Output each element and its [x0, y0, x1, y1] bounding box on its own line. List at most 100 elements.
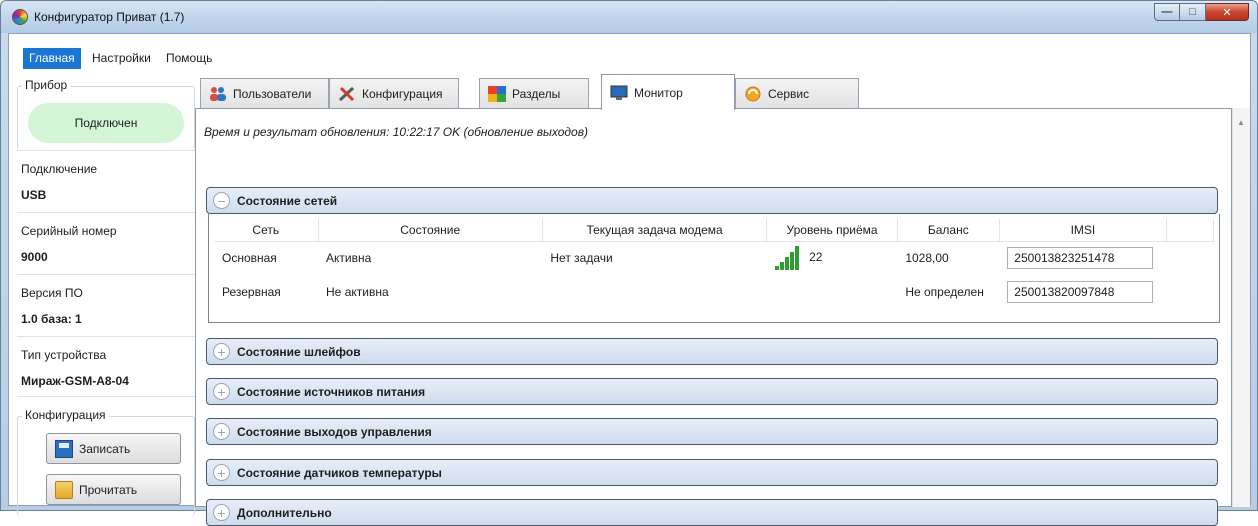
section-outputs-header[interactable]: + Состояние выходов управления — [206, 418, 1218, 445]
state-cell: Не активна — [326, 285, 389, 299]
tab-service-label: Сервис — [768, 87, 810, 101]
partitions-icon — [488, 86, 506, 102]
tab-users-label: Пользователи — [233, 87, 312, 101]
network-cell: Резервная — [222, 285, 281, 299]
firmware-value: 1.0 база: 1 — [21, 312, 82, 326]
expand-icon[interactable]: + — [213, 343, 230, 360]
service-icon — [744, 86, 762, 102]
column-header-empty — [1166, 219, 1214, 242]
expand-icon[interactable]: + — [213, 383, 230, 400]
section-loops-header[interactable]: + Состояние шлейфов — [206, 338, 1218, 365]
imsi-cell: 250013823251478 — [999, 241, 1166, 275]
config-group-title: Конфигурация — [22, 408, 109, 422]
connection-value: USB — [21, 188, 47, 202]
network-cell: Основная — [222, 251, 277, 266]
column-header[interactable]: Уровень приёма — [766, 219, 898, 242]
connection-label: Подключение — [21, 162, 98, 176]
folder-open-icon — [55, 480, 73, 499]
imsi-field[interactable]: 250013820097848 — [1007, 281, 1154, 303]
sidebar-divider — [17, 212, 195, 213]
expand-icon[interactable]: + — [213, 464, 230, 481]
table-header-row: Сеть Состояние Текущая задача модема Уро… — [214, 219, 1214, 242]
write-button-label: Записать — [79, 441, 131, 456]
device-group: Прибор Подключен — [17, 78, 195, 150]
firmware-label: Версия ПО — [21, 286, 83, 300]
tab-partitions-label: Разделы — [512, 87, 561, 101]
monitor-panel: Время и результат обновления: 10:22:17 O… — [195, 108, 1232, 526]
device-type-value: Мираж-GSM-A8-04 — [21, 374, 129, 388]
vertical-scrollbar[interactable]: ▲ — [1232, 108, 1250, 507]
title-bar[interactable]: Конфигуратор Приват (1.7) — □ ✕ — [1, 1, 1257, 33]
sidebar-divider — [17, 396, 195, 397]
tools-icon — [338, 86, 356, 102]
sidebar-divider — [17, 274, 195, 275]
column-header[interactable]: Сеть — [214, 219, 319, 242]
minimize-icon: — — [1161, 6, 1173, 18]
close-icon: ✕ — [1222, 6, 1232, 19]
scroll-up-icon[interactable]: ▲ — [1237, 118, 1245, 127]
column-header[interactable]: Текущая задача модема — [542, 219, 768, 242]
section-temperature-title: Состояние датчиков температуры — [237, 465, 442, 480]
column-header[interactable]: IMSI — [999, 219, 1168, 242]
save-icon — [55, 439, 73, 458]
tab-service[interactable]: Сервис — [735, 78, 859, 109]
users-icon — [209, 86, 227, 102]
device-group-title: Прибор — [22, 78, 71, 92]
minimize-button[interactable]: — — [1154, 3, 1180, 21]
section-power-title: Состояние источников питания — [237, 384, 426, 399]
window-title: Конфигуратор Приват (1.7) — [34, 10, 185, 24]
table-row[interactable]: Основная Активна Нет задачи 22 1028,00 2… — [214, 241, 1214, 275]
menu-bar: Главная Настройки Помощь — [9, 34, 1250, 78]
menu-help[interactable]: Помощь — [160, 48, 218, 69]
section-networks-header[interactable]: − Состояние сетей — [206, 187, 1218, 214]
tab-monitor[interactable]: Монитор — [601, 74, 735, 110]
connection-status-badge: Подключен — [28, 103, 184, 143]
serial-value: 9000 — [21, 250, 48, 264]
read-button[interactable]: Прочитать — [46, 474, 181, 505]
section-additional-title: Дополнительно — [237, 505, 332, 520]
tab-configuration[interactable]: Конфигурация — [329, 78, 459, 109]
tab-users[interactable]: Пользователи — [200, 78, 329, 109]
config-group: Конфигурация Записать Прочитать — [17, 408, 195, 516]
sidebar-divider — [17, 336, 195, 337]
section-temperature-header[interactable]: + Состояние датчиков температуры — [206, 459, 1218, 486]
balance-cell: 1028,00 — [905, 251, 949, 266]
column-header[interactable]: Состояние — [318, 219, 543, 242]
app-window: Конфигуратор Приват (1.7) — □ ✕ Главная … — [0, 0, 1258, 526]
section-networks-title: Состояние сетей — [237, 193, 338, 208]
networks-table: Сеть Состояние Текущая задача модема Уро… — [214, 219, 1214, 309]
section-additional-header[interactable]: + Дополнительно — [206, 499, 1218, 526]
signal-cell: 22 — [767, 241, 898, 275]
tab-monitor-label: Монитор — [634, 85, 683, 100]
maximize-icon: □ — [1189, 6, 1196, 18]
state-cell: Активна — [326, 251, 372, 266]
signal-value: 22 — [809, 250, 823, 265]
expand-icon[interactable]: + — [213, 423, 230, 440]
table-row[interactable]: Резервная Не активна Не определен 250013… — [214, 275, 1214, 309]
imsi-field[interactable]: 250013823251478 — [1007, 247, 1154, 270]
column-header[interactable]: Баланс — [897, 219, 1000, 242]
collapse-icon[interactable]: − — [213, 192, 230, 209]
maximize-button[interactable]: □ — [1180, 3, 1206, 21]
balance-cell: Не определен — [905, 285, 984, 299]
app-logo-icon — [12, 9, 28, 25]
device-type-label: Тип устройства — [21, 348, 107, 362]
section-power-header[interactable]: + Состояние источников питания — [206, 378, 1218, 405]
networks-table-panel: Сеть Состояние Текущая задача модема Уро… — [208, 214, 1220, 323]
signal-cell — [767, 275, 898, 309]
read-button-label: Прочитать — [79, 482, 138, 497]
menu-settings[interactable]: Настройки — [86, 48, 157, 69]
task-cell: Нет задачи — [550, 251, 613, 266]
serial-label: Серийный номер — [21, 224, 117, 238]
section-outputs-title: Состояние выходов управления — [237, 424, 432, 439]
sidebar-divider — [17, 150, 195, 151]
imsi-cell: 250013820097848 — [999, 275, 1166, 309]
tab-configuration-label: Конфигурация — [362, 87, 443, 101]
write-button[interactable]: Записать — [46, 433, 181, 464]
menu-main[interactable]: Главная — [23, 48, 81, 69]
update-status-text: Время и результат обновления: 10:22:17 O… — [204, 125, 588, 139]
tab-partitions[interactable]: Разделы — [479, 78, 589, 109]
section-loops-title: Состояние шлейфов — [237, 344, 361, 359]
close-button[interactable]: ✕ — [1206, 3, 1249, 21]
expand-icon[interactable]: + — [213, 504, 230, 521]
